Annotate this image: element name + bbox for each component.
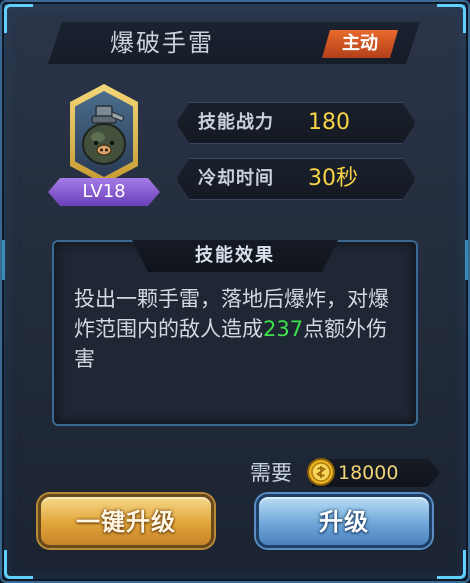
frame-glow xyxy=(465,240,468,280)
cost-amount: 18000 xyxy=(338,462,399,484)
stat-label: 冷却时间 xyxy=(198,168,274,189)
frame-corner xyxy=(437,4,466,33)
gold-coin-icon xyxy=(307,458,335,486)
frame-glow xyxy=(2,240,5,280)
stat-row-power: 技能战力 180 xyxy=(176,102,416,144)
upgrade-button[interactable]: 升级 xyxy=(256,494,432,548)
frame-corner xyxy=(4,550,33,579)
effect-title: 技能效果 xyxy=(195,245,275,266)
one-key-upgrade-button[interactable]: 一键升级 xyxy=(38,494,214,548)
effect-description: 投出一颗手雷，落地后爆炸，对爆炸范围内的敌人造成237点额外伤害 xyxy=(74,284,404,374)
damage-value: 237 xyxy=(263,317,304,341)
stat-value: 180 xyxy=(308,110,350,135)
skill-title: 爆破手雷 xyxy=(110,29,214,57)
frame-corner xyxy=(437,550,466,579)
stat-label: 技能战力 xyxy=(198,112,274,133)
frame-corner xyxy=(4,4,33,33)
stat-row-cooldown: 冷却时间 30秒 xyxy=(176,158,416,200)
stat-value: 30秒 xyxy=(308,166,358,191)
grenade-icon xyxy=(82,105,126,165)
cost-label: 需要 xyxy=(250,461,292,485)
skill-level-badge: LV18 xyxy=(48,178,160,206)
skill-type-badge: 主动 xyxy=(322,30,398,58)
